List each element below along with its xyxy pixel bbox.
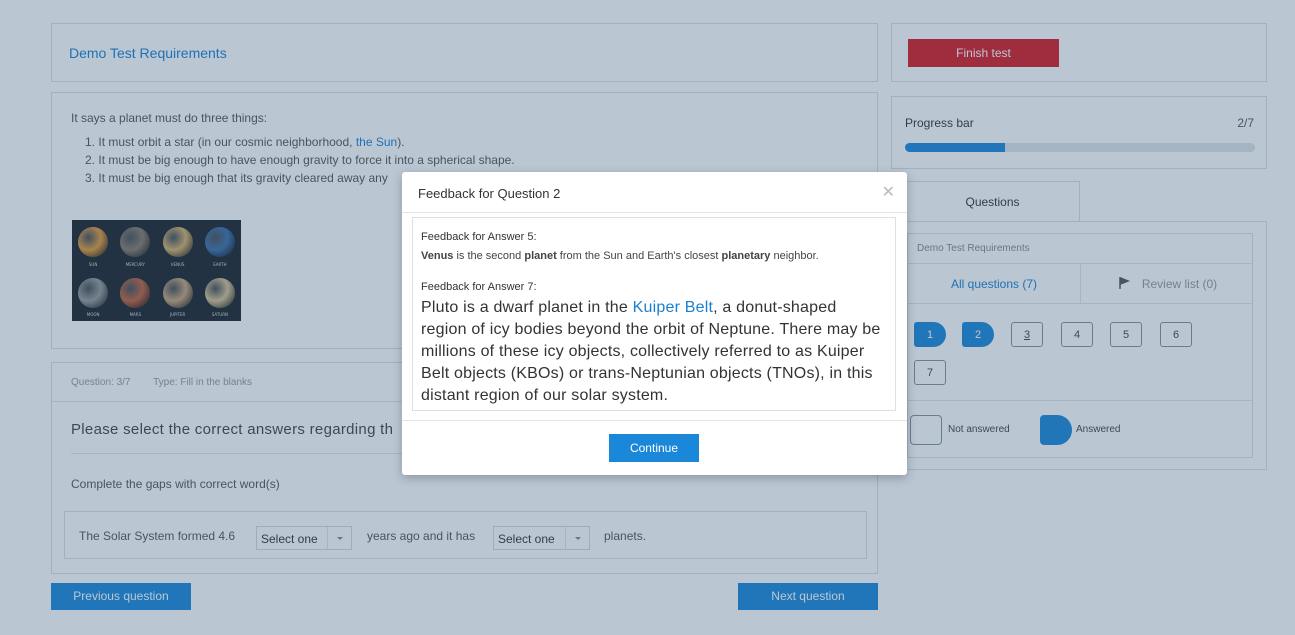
modal-body: Feedback for Answer 5: Venus is the seco… [412,217,896,411]
kuiper-belt-link[interactable]: Kuiper Belt [633,299,713,316]
feedback-text: is the second [453,250,525,262]
feedback-text-2: Pluto is a dwarf planet in the Kuiper Be… [421,297,881,407]
close-icon[interactable]: ✕ [882,182,895,202]
feedback-text: from the Sun and Earth's closest [556,250,722,262]
feedback-text: Pluto is a dwarf planet in the [421,299,633,316]
feedback-text-1: Venus is the second planet from the Sun … [421,250,819,262]
feedback-heading-1: Feedback for Answer 5: [421,231,537,243]
feedback-heading-2: Feedback for Answer 7: [421,281,537,293]
feedback-bold: Venus [421,250,454,262]
feedback-modal: Feedback for Question 2 ✕ Feedback for A… [402,172,907,475]
continue-button[interactable]: Continue [609,434,699,462]
feedback-text: neighbor. [770,250,819,262]
modal-footer: Continue [402,420,907,475]
modal-title: Feedback for Question 2 [418,186,561,201]
feedback-bold: planetary [721,250,771,262]
modal-header: Feedback for Question 2 ✕ [402,172,907,213]
feedback-bold: planet [524,250,557,262]
